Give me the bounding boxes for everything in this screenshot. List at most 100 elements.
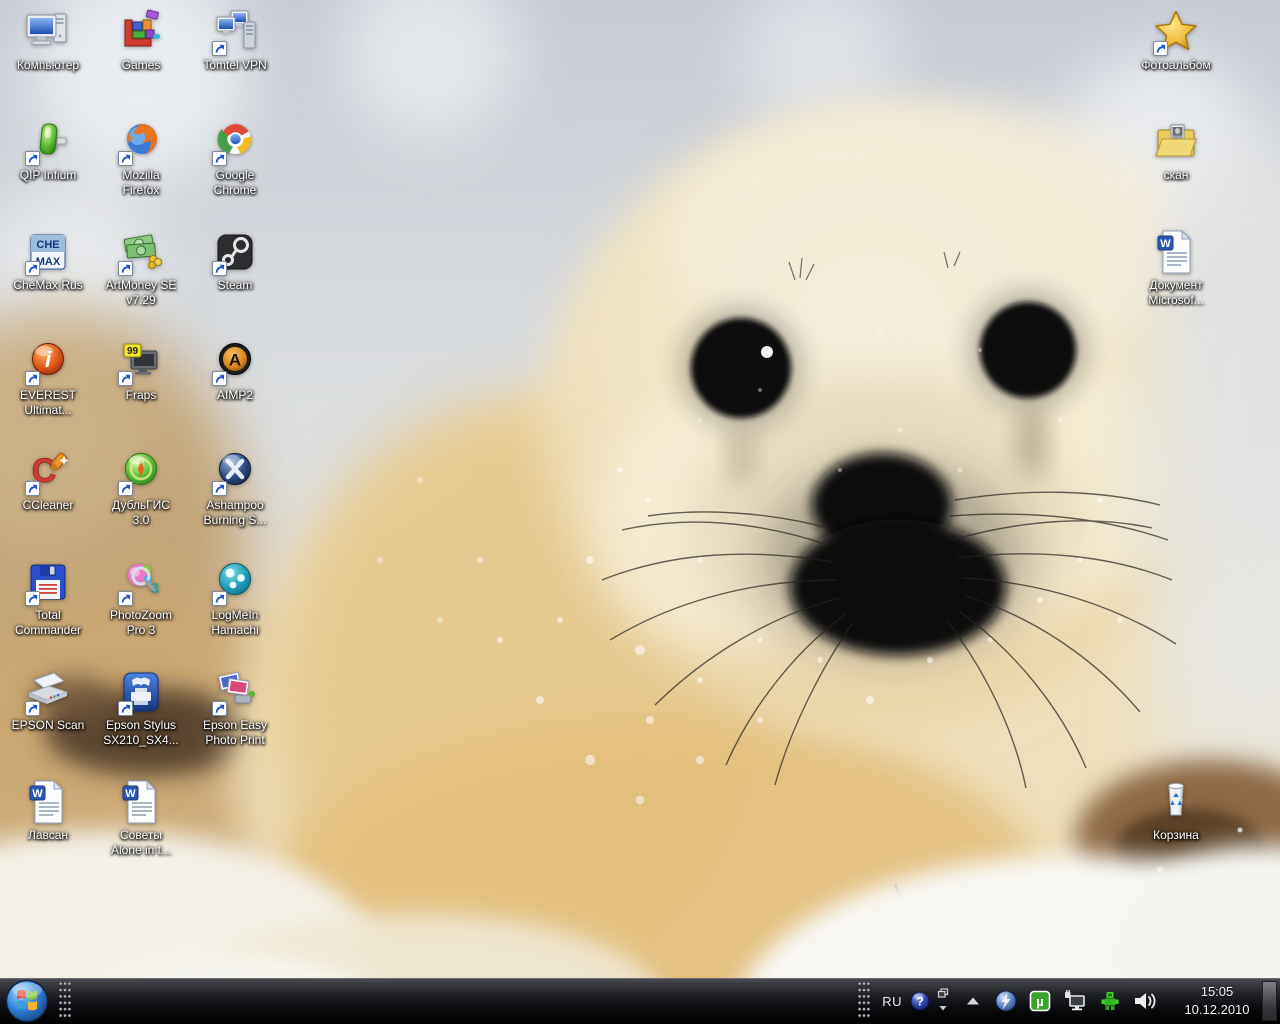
photo-print-icon [211,668,259,716]
tray-toolbar-grip[interactable] [858,982,871,1020]
desktop-icon-recycle-bin[interactable]: Корзина [1129,778,1223,843]
taskbar-edge-strip [1262,981,1277,1021]
recycle-bin-icon [1152,778,1200,826]
restore-and-chevron-icon [935,986,951,1016]
desktop-icon-label: CCleaner [1,498,95,513]
vpn-computers-icon [211,8,259,56]
start-button[interactable] [4,978,50,1024]
desktop-icon-label: ArtMoney SE v7.29 [94,278,188,308]
svg-text:99: 99 [127,346,139,357]
desktop-icon-label: Epson Stylus SX210_SX4... [94,718,188,748]
desktop-icon-label: EPSON Scan [1,718,95,733]
desktop-icon-label: ДубльГИС 3.0 [94,498,188,528]
printer-driver-icon [117,668,165,716]
desktop-icon-word-document[interactable]: Документ Microsof... [1129,228,1223,308]
help-icon: ? [909,990,931,1012]
svg-text:3: 3 [151,580,159,597]
desktop: Компьютер Games Tomtel VPN [0,0,1280,978]
desktop-icon-word-lavsan[interactable]: Лавсан [1,778,95,843]
desktop-icon-ashampoo[interactable]: Ashampoo Burning S... [188,448,282,528]
svg-text:µ: µ [1036,994,1044,1009]
desktop-icon-total-commander[interactable]: Total Commander [1,558,95,638]
desktop-icon-epson-stylus[interactable]: Epson Stylus SX210_SX4... [94,668,188,748]
desktop-icon-label: Корзина [1129,828,1223,843]
everest-icon: i [24,338,72,386]
svg-text:i: i [45,347,52,372]
green-robot-icon [1098,989,1122,1013]
qip-icon [24,118,72,166]
tray-volume-icon[interactable] [1132,989,1158,1013]
desktop-icon-hamachi[interactable]: LogMeIn Hamachi [188,558,282,638]
desktop-icon-label: Epson Easy Photo Print [188,718,282,748]
dublgis-icon [117,448,165,496]
games-icon [117,8,165,56]
svg-text:A: A [229,351,241,370]
desktop-icon-label: CheMax Rus [1,278,95,293]
desktop-icon-label: Tomtel VPN [188,58,282,73]
utorrent-icon: µ [1028,989,1052,1013]
desktop-icon-fraps[interactable]: 99 Fraps [94,338,188,403]
screen: Компьютер Games Tomtel VPN [0,0,1280,1024]
network-connection-icon [1062,989,1088,1013]
lightning-disc-icon [994,989,1018,1013]
chemax-icon: CHE MAX [24,228,72,276]
taskbar: RU ? [0,978,1280,1024]
language-bar-options-buttons[interactable] [935,986,951,1016]
tray-qip-messenger-icon[interactable] [1098,989,1122,1013]
word-document-icon [117,778,165,826]
desktop-icon-qip-infium[interactable]: QIP Infium [1,118,95,183]
hamachi-icon [211,558,259,606]
language-indicator[interactable]: RU [882,994,902,1009]
show-hidden-icons-button[interactable] [963,991,983,1011]
desktop-icon-tomtel-vpn[interactable]: Tomtel VPN [188,8,282,73]
ccleaner-icon: C [24,448,72,496]
desktop-icon-label: PhotoZoom Pro 3 [94,608,188,638]
chevron-up-icon [963,991,983,1011]
desktop-icon-label: Компьютер [1,58,95,73]
desktop-icon-label: EVEREST Ultimat... [1,388,95,418]
steam-icon [211,228,259,276]
tray-utorrent-icon[interactable]: µ [1028,989,1052,1013]
desktop-icon-computer[interactable]: Компьютер [1,8,95,73]
photozoom-icon: 3 [117,558,165,606]
desktop-icon-label: Steam [188,278,282,293]
desktop-icon-epson-scan[interactable]: EPSON Scan [1,668,95,733]
desktop-icon-label: скан [1129,168,1223,183]
svg-text:CHE: CHE [36,239,59,251]
desktop-icon-steam[interactable]: Steam [188,228,282,293]
desktop-icon-aimp2[interactable]: A AIMP2 [188,338,282,403]
desktop-icon-photo-album[interactable]: Фотоальбом [1129,8,1223,73]
desktop-icon-label: Документ Microsof... [1129,278,1223,308]
desktop-icon-word-sovety[interactable]: Советы Alone in t... [94,778,188,858]
fraps-icon: 99 [117,338,165,386]
desktop-icon-label: LogMeIn Hamachi [188,608,282,638]
language-help-button[interactable]: ? [909,990,931,1012]
tray-daemon-tools-icon[interactable] [994,989,1018,1013]
desktop-icon-firefox[interactable]: Mozilla Firefox [94,118,188,198]
desktop-icon-label: Games [94,58,188,73]
floppy-disk-icon [24,558,72,606]
firefox-icon [117,118,165,166]
desktop-icon-everest[interactable]: i EVEREST Ultimat... [1,338,95,418]
desktop-icon-label: Лавсан [1,828,95,843]
desktop-icon-chrome[interactable]: Google Chrome [188,118,282,198]
desktop-icon-label: Total Commander [1,608,95,638]
clock[interactable]: 15:05 10.12.2010 [1178,983,1256,1019]
desktop-icon-dublgis[interactable]: ДубльГИС 3.0 [94,448,188,528]
desktop-icon-ccleaner[interactable]: C CCleaner [1,448,95,513]
quick-launch-grip[interactable] [59,982,72,1020]
system-tray: RU ? [849,978,1280,1024]
desktop-icon-label: Fraps [94,388,188,403]
desktop-icon-label: Фотоальбом [1129,58,1223,73]
desktop-icon-epson-easy-print[interactable]: Epson Easy Photo Print [188,668,282,748]
star-icon [1152,8,1200,56]
desktop-icon-label: Советы Alone in t... [94,828,188,858]
tray-network-icon[interactable] [1062,989,1088,1013]
desktop-icon-games[interactable]: Games [94,8,188,73]
word-document-icon [24,778,72,826]
word-document-icon [1152,228,1200,276]
desktop-icon-photozoom[interactable]: 3 PhotoZoom Pro 3 [94,558,188,638]
desktop-icon-chemax[interactable]: CHE MAX CheMax Rus [1,228,95,293]
desktop-icon-artmoney[interactable]: ArtMoney SE v7.29 [94,228,188,308]
desktop-icon-scan-folder[interactable]: скан [1129,118,1223,183]
